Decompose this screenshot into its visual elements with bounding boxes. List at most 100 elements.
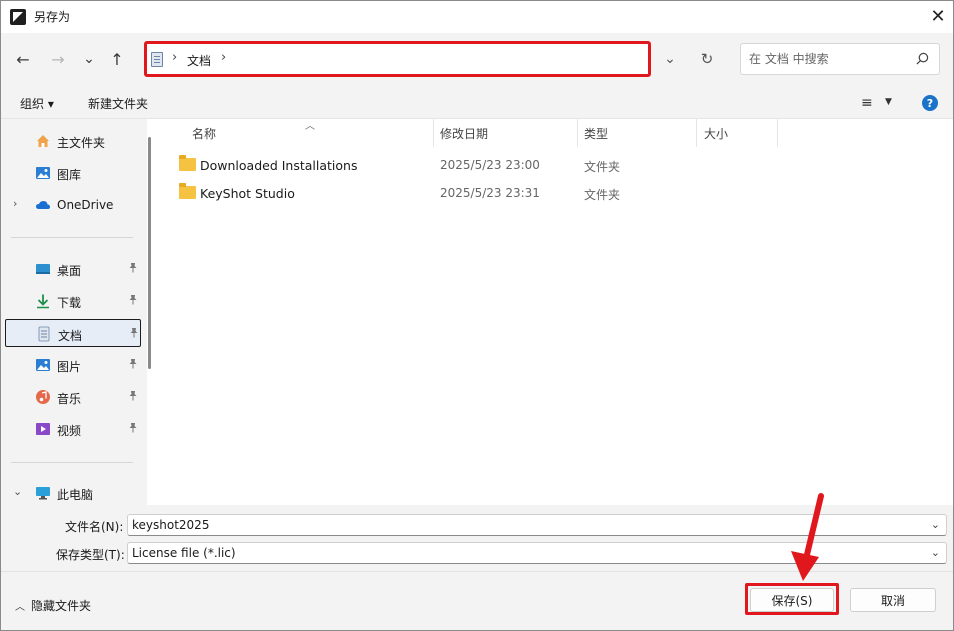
chevron-up-icon: ︿ — [15, 602, 25, 613]
pin-icon[interactable] — [128, 358, 138, 372]
document-icon — [151, 52, 163, 67]
sidebar-item-downloads[interactable]: 下载 — [5, 287, 141, 315]
sidebar-scrollbar[interactable] — [148, 137, 151, 369]
computer-icon — [36, 487, 50, 500]
back-button[interactable]: ← — [11, 47, 35, 71]
pin-icon[interactable] — [129, 327, 139, 341]
sidebar-item-documents[interactable]: 文档 — [5, 319, 141, 347]
column-header-type[interactable]: 类型 — [584, 125, 608, 142]
sidebar-item-label: 文档 — [58, 329, 83, 343]
new-folder-button[interactable]: 新建文件夹 — [88, 95, 148, 112]
gallery-icon — [36, 167, 50, 179]
help-icon[interactable]: ? — [922, 95, 938, 111]
view-options-icon[interactable]: ≡ — [861, 95, 873, 111]
filename-label: 文件名(N): — [65, 520, 124, 534]
sidebar-divider — [11, 462, 133, 463]
search-box[interactable] — [740, 43, 940, 75]
file-list: ︿ 名称 修改日期 类型 大小 Downloaded Installations… — [159, 119, 953, 505]
cancel-button[interactable]: 取消 — [850, 588, 936, 612]
desktop-icon — [36, 264, 50, 274]
keyshot-app-icon — [10, 9, 26, 25]
music-icon — [36, 390, 50, 404]
file-name: KeyShot Studio — [200, 186, 295, 201]
sidebar-divider — [11, 237, 133, 238]
annotation-arrow-icon — [791, 493, 824, 581]
filename-value[interactable]: keyshot2025 — [132, 518, 209, 532]
sidebar-item-label: 视频 — [57, 424, 82, 438]
file-name: Downloaded Installations — [200, 158, 358, 173]
address-bar[interactable]: › 文档 › — [144, 41, 651, 77]
file-type: 文件夹 — [584, 188, 621, 202]
file-modified: 2025/5/23 23:31 — [440, 186, 540, 200]
home-icon — [37, 135, 49, 147]
pin-icon[interactable] — [128, 262, 138, 276]
breadcrumb-separator[interactable]: › — [221, 50, 226, 65]
hide-folders-toggle[interactable]: ︿ 隐藏文件夹 — [15, 597, 91, 614]
cloud-icon — [36, 201, 50, 209]
sidebar-item-label: 主文件夹 — [57, 136, 106, 150]
pictures-icon — [36, 359, 50, 371]
close-button[interactable]: ✕ — [923, 1, 953, 31]
column-header-name[interactable]: 名称 — [192, 125, 216, 142]
sidebar-item-gallery[interactable]: 图库 — [5, 159, 141, 187]
expand-chevron-icon[interactable]: › — [13, 197, 17, 210]
breadcrumb-separator[interactable]: › — [172, 50, 177, 65]
sidebar-item-label: 此电脑 — [57, 488, 94, 502]
sort-ascending-icon: ︿ — [305, 121, 315, 132]
navigation-pane: 主文件夹 图库 › OneDrive 桌面 下载 文档 图片 音乐 视频 ⌄ 此… — [1, 119, 147, 505]
sidebar-item-home[interactable]: 主文件夹 — [5, 127, 141, 155]
sidebar-item-label: 图库 — [57, 168, 82, 182]
save-as-dialog: 另存为 ✕ ← → ⌄ ↑ › 文档 › ⌄ ↻ 组织 ▾ 新建文件夹 ≡ ▼ … — [0, 0, 954, 631]
pin-icon[interactable] — [128, 422, 138, 436]
download-icon — [37, 294, 49, 309]
file-modified: 2025/5/23 23:00 — [440, 158, 540, 172]
sidebar-item-label: 桌面 — [57, 264, 82, 278]
file-row[interactable]: Downloaded Installations 2025/5/23 23:00… — [179, 152, 779, 178]
column-header-modified[interactable]: 修改日期 — [440, 125, 488, 142]
filetype-label: 保存类型(T): — [56, 548, 125, 562]
chevron-down-icon[interactable]: ⌄ — [931, 518, 940, 531]
folder-icon — [179, 183, 196, 199]
chevron-down-icon[interactable]: ⌄ — [931, 546, 940, 559]
sidebar-item-label: OneDrive — [57, 198, 114, 212]
command-toolbar: 组织 ▾ 新建文件夹 ≡ ▼ ? — [1, 87, 953, 119]
save-button-highlight — [745, 583, 839, 615]
title-bar: 另存为 ✕ — [1, 1, 953, 33]
pin-icon[interactable] — [128, 294, 138, 308]
refresh-button[interactable]: ↻ — [695, 47, 719, 71]
column-separator[interactable] — [433, 119, 434, 147]
window-title: 另存为 — [34, 10, 71, 24]
column-separator[interactable] — [777, 119, 778, 147]
search-input[interactable] — [749, 50, 909, 68]
breadcrumb-documents[interactable]: 文档 — [187, 52, 211, 69]
sidebar-item-music[interactable]: 音乐 — [5, 383, 141, 411]
filetype-value[interactable]: License file (*.lic) — [132, 546, 236, 560]
column-separator[interactable] — [696, 119, 697, 147]
forward-button[interactable]: → — [46, 47, 70, 71]
navigation-bar: ← → ⌄ ↑ › 文档 › ⌄ ↻ — [1, 33, 953, 87]
collapse-chevron-icon[interactable]: ⌄ — [13, 485, 22, 498]
search-icon[interactable] — [916, 52, 929, 65]
address-history-dropdown[interactable]: ⌄ — [658, 47, 682, 71]
sidebar-item-label: 下载 — [57, 296, 82, 310]
sidebar-item-desktop[interactable]: 桌面 — [5, 255, 141, 283]
column-separator[interactable] — [577, 119, 578, 147]
pin-icon[interactable] — [128, 390, 138, 404]
organize-menu[interactable]: 组织 ▾ — [20, 95, 54, 112]
file-type: 文件夹 — [584, 160, 621, 174]
recent-locations-button[interactable]: ⌄ — [77, 47, 101, 71]
video-icon — [36, 423, 50, 435]
sidebar-item-this-pc[interactable]: ⌄ 此电脑 — [5, 479, 141, 507]
folder-icon — [179, 155, 196, 171]
document-icon — [38, 326, 50, 342]
sidebar-item-onedrive[interactable]: › OneDrive — [5, 191, 141, 219]
column-header-size[interactable]: 大小 — [704, 125, 728, 142]
sidebar-item-videos[interactable]: 视频 — [5, 415, 141, 443]
up-button[interactable]: ↑ — [105, 47, 129, 71]
sidebar-item-pictures[interactable]: 图片 — [5, 351, 141, 379]
sidebar-item-label: 图片 — [57, 360, 82, 374]
file-row[interactable]: KeyShot Studio 2025/5/23 23:31 文件夹 — [179, 180, 779, 206]
sidebar-item-label: 音乐 — [57, 392, 82, 406]
hide-folders-label: 隐藏文件夹 — [31, 599, 92, 613]
view-dropdown-icon[interactable]: ▼ — [885, 97, 892, 107]
